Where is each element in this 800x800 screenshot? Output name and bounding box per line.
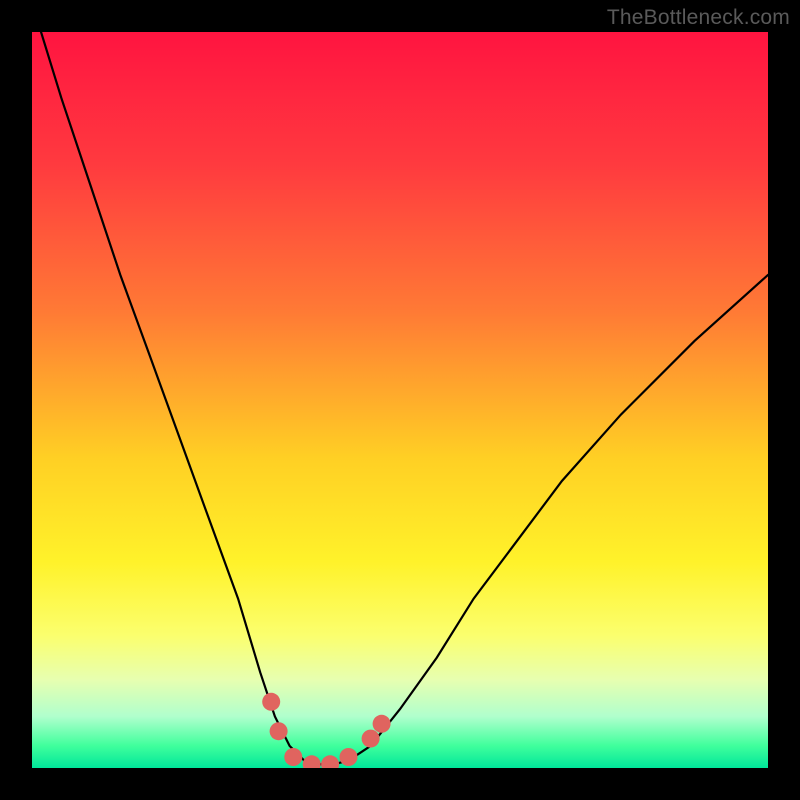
plot-area — [32, 32, 768, 768]
outer-frame: TheBottleneck.com — [0, 0, 800, 800]
marker-dot — [373, 715, 391, 733]
marker-dot — [284, 748, 302, 766]
bottleneck-curve — [32, 32, 768, 764]
chart-svg — [32, 32, 768, 768]
marker-dot — [321, 755, 339, 768]
marker-dot — [270, 722, 288, 740]
watermark-text: TheBottleneck.com — [607, 6, 790, 30]
marker-dot — [262, 693, 280, 711]
marker-dot — [303, 755, 321, 768]
marker-dot — [362, 730, 380, 748]
marker-dot — [340, 748, 358, 766]
